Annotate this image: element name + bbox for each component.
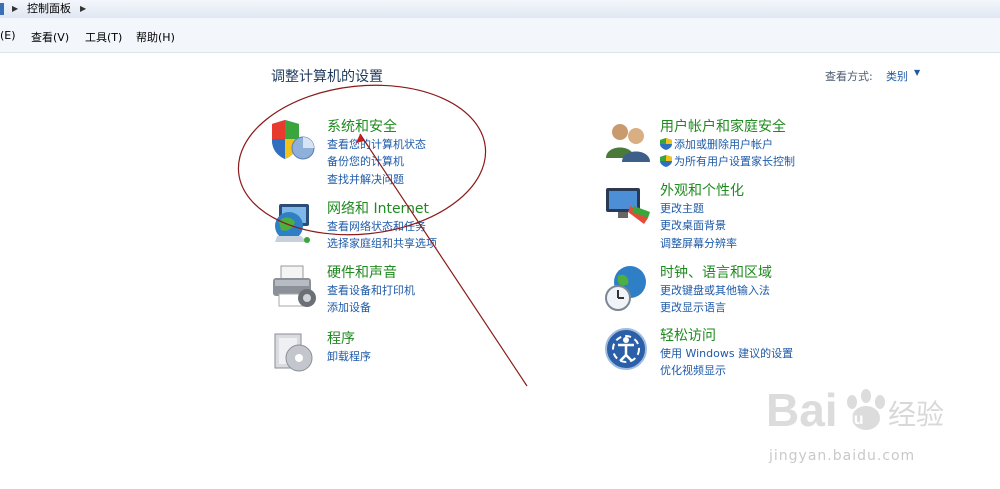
watermark-url: jingyan.baidu.com [769, 448, 916, 464]
link-network-status[interactable]: 查看网络状态和任务 [327, 218, 426, 234]
link-devices-printers[interactable]: 查看设备和打印机 [327, 282, 415, 298]
page-title: 调整计算机的设置 [271, 69, 383, 85]
menu-tools[interactable]: 工具(T) [85, 29, 122, 45]
link-troubleshoot[interactable]: 查找并解决问题 [327, 171, 404, 187]
appearance-monitor-icon[interactable] [604, 182, 652, 230]
link-change-keyboard[interactable]: 更改键盘或其他输入法 [660, 282, 770, 298]
link-view-computer-status[interactable]: 查看您的计算机状态 [327, 136, 426, 152]
clock-globe-icon[interactable] [604, 264, 652, 312]
breadcrumb-arrow-icon[interactable]: ▶ [80, 0, 86, 18]
view-by-dropdown[interactable]: 类别 [886, 68, 908, 84]
network-globe-icon[interactable] [271, 200, 319, 248]
category-title-ease-of-access[interactable]: 轻松访问 [660, 325, 716, 345]
menu-help[interactable]: 帮助(H) [136, 29, 175, 45]
uac-shield-icon [660, 138, 672, 150]
category-title-programs[interactable]: 程序 [327, 328, 355, 348]
link-uninstall-program[interactable]: 卸载程序 [327, 348, 371, 364]
menu-edit[interactable]: (E) [0, 29, 16, 42]
security-shield-icon[interactable] [271, 118, 319, 166]
link-optimize-display[interactable]: 优化视频显示 [660, 362, 726, 378]
control-panel-icon [0, 3, 4, 15]
link-change-theme[interactable]: 更改主题 [660, 200, 704, 216]
link-display-language[interactable]: 更改显示语言 [660, 299, 726, 315]
category-title-appearance[interactable]: 外观和个性化 [660, 180, 744, 200]
link-parental-controls[interactable]: 为所有用户设置家长控制 [660, 153, 795, 169]
breadcrumb-control-panel[interactable]: 控制面板 [27, 0, 71, 18]
category-title-clock-language[interactable]: 时钟、语言和区域 [660, 262, 772, 282]
link-recommended-settings[interactable]: 使用 Windows 建议的设置 [660, 345, 793, 361]
baidu-jingyan-watermark-logo: Bai du 经验 [766, 384, 944, 436]
users-icon[interactable] [604, 118, 652, 166]
link-add-device[interactable]: 添加设备 [327, 299, 371, 315]
uac-shield-icon [660, 155, 672, 167]
category-title-security[interactable]: 系统和安全 [327, 116, 397, 136]
link-add-remove-accounts[interactable]: 添加或删除用户帐户 [660, 136, 773, 152]
link-add-remove-accounts-label: 添加或删除用户帐户 [674, 138, 773, 151]
printer-icon[interactable] [271, 264, 319, 312]
link-screen-resolution[interactable]: 调整屏幕分辨率 [660, 235, 737, 251]
category-title-hardware[interactable]: 硬件和声音 [327, 262, 397, 282]
ease-of-access-icon[interactable] [604, 327, 652, 375]
breadcrumb-arrow-icon[interactable]: ▶ [12, 0, 18, 18]
chevron-down-icon[interactable]: ▼ [914, 68, 920, 77]
category-title-network[interactable]: 网络和 Internet [327, 198, 429, 218]
programs-box-icon[interactable] [271, 330, 319, 378]
link-backup-computer[interactable]: 备份您的计算机 [327, 153, 404, 169]
svg-text:Bai: Bai [766, 384, 838, 436]
link-desktop-background[interactable]: 更改桌面背景 [660, 217, 726, 233]
address-bar[interactable]: ▶ 控制面板 ▶ [0, 0, 1000, 19]
svg-text:du: du [844, 411, 864, 428]
menu-bar: (E) 查看(V) 工具(T) 帮助(H) [0, 18, 1000, 53]
svg-text:经验: 经验 [888, 398, 944, 431]
menu-view[interactable]: 查看(V) [31, 29, 69, 45]
view-by-label: 查看方式: [825, 70, 873, 83]
link-homegroup-sharing[interactable]: 选择家庭组和共享选项 [327, 235, 437, 251]
category-title-user-accounts[interactable]: 用户帐户和家庭安全 [660, 116, 786, 136]
link-parental-controls-label: 为所有用户设置家长控制 [674, 155, 795, 168]
